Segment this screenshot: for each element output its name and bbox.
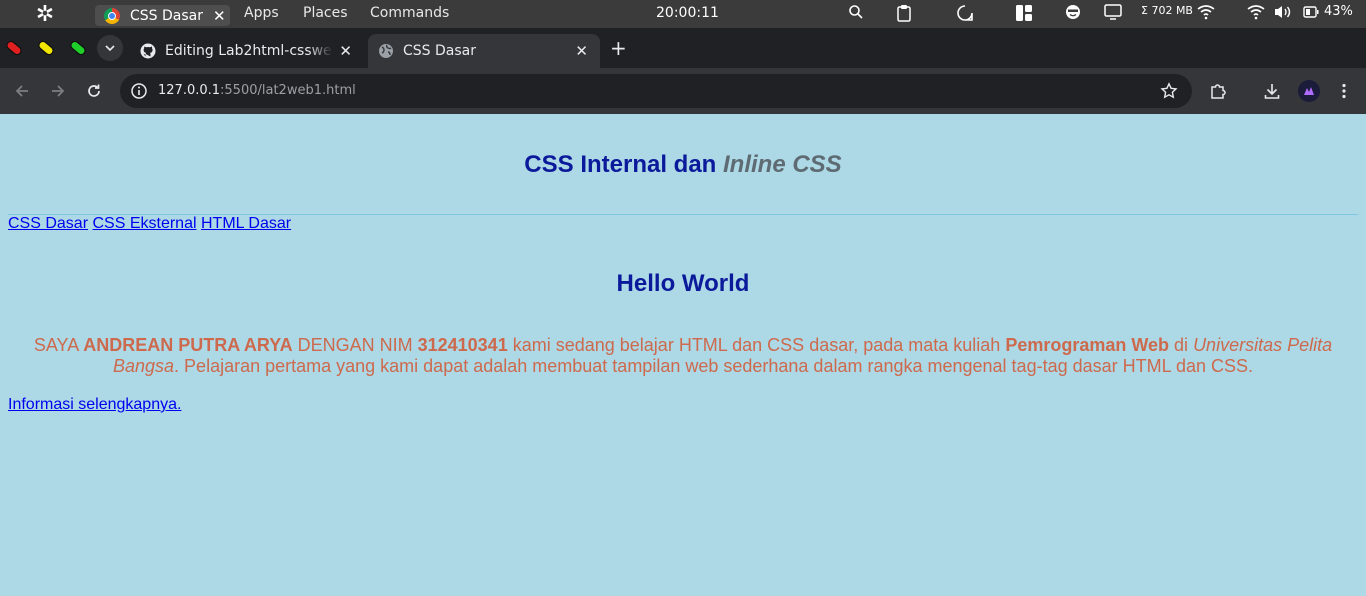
battery-percent: 43% [1324, 4, 1353, 19]
hello-heading: Hello World [616, 270, 750, 297]
wifi-icon[interactable] [1247, 4, 1265, 20]
red-extension-icon[interactable] [3, 37, 25, 59]
web-page: CSS Internal dan Inline CSS CSS Dasar CS… [0, 114, 1366, 596]
para-text-1: SAYA [33, 335, 84, 355]
volume-icon[interactable] [1273, 4, 1293, 20]
chevron-down-icon [105, 44, 115, 51]
tab-search-button[interactable] [97, 35, 123, 61]
avatar-icon [1304, 87, 1314, 95]
green-extension-icon[interactable] [67, 37, 89, 59]
bookmark-star-icon[interactable] [1160, 82, 1178, 100]
battery-indicator[interactable]: 43% [1303, 4, 1353, 19]
course-name: Pemrograman Web [1005, 335, 1170, 355]
layout-icon[interactable] [1015, 4, 1033, 22]
header-main-text: CSS Internal dan [524, 151, 723, 178]
page-header: CSS Internal dan Inline CSS [0, 151, 1366, 179]
clock[interactable]: 20:00:11 [656, 5, 719, 21]
globe-icon [378, 43, 394, 59]
back-arrow-icon[interactable] [11, 80, 33, 102]
face-icon[interactable] [1065, 4, 1081, 20]
notification-icon[interactable] [956, 4, 974, 22]
yellow-extension-icon[interactable] [35, 37, 57, 59]
site-info-icon[interactable] [130, 82, 148, 100]
para-text-2: DENGAN NIM [292, 335, 418, 355]
tab-title: Editing Lab2html-csswebsite [165, 43, 333, 59]
new-tab-plus-icon[interactable]: + [610, 36, 627, 60]
menu-places[interactable]: Places [303, 5, 348, 21]
reload-icon[interactable] [83, 80, 105, 102]
tab-editing-lab2html[interactable]: Editing Lab2html-csswebsite ✕ [130, 34, 364, 68]
header-italic-text: Inline CSS [723, 151, 842, 178]
tab-title: CSS Dasar [403, 43, 476, 59]
display-icon[interactable] [1104, 4, 1122, 20]
close-tab-icon[interactable]: ✕ [339, 42, 352, 60]
close-tab-icon[interactable]: ✕ [575, 42, 588, 60]
nav-link-css-eksternal[interactable]: CSS Eksternal [92, 215, 196, 232]
active-app-indicator[interactable]: CSS Dasar ✕ [95, 5, 230, 26]
memory-text: Σ 702 MB [1141, 4, 1193, 17]
network-speed-icon[interactable] [1197, 4, 1215, 20]
para-text-5: . Pelajaran pertama yang kami dapat adal… [174, 356, 1254, 376]
more-menu-icon[interactable] [1333, 80, 1355, 102]
para-text-3: kami sedang belajar HTML dan CSS dasar, … [507, 335, 1006, 355]
forward-arrow-icon[interactable] [47, 80, 69, 102]
search-icon[interactable] [848, 4, 864, 20]
student-nim: 312410341 [417, 335, 508, 355]
memory-indicator[interactable]: Σ 702 MB [1141, 4, 1193, 17]
gear-logo-icon[interactable]: ✲ [32, 2, 58, 27]
menu-commands[interactable]: Commands [370, 5, 449, 21]
active-app-name: CSS Dasar [130, 7, 203, 24]
clipboard-icon[interactable] [897, 4, 911, 22]
close-icon[interactable]: ✕ [213, 7, 226, 25]
browser-toolbar: 127.0.0.1:5500/lat2web1.html [0, 68, 1366, 114]
browser-tab-strip: Editing Lab2html-csswebsite ✕ CSS Dasar … [0, 28, 1366, 68]
github-icon [140, 43, 156, 59]
page-nav: CSS Dasar CSS Eksternal HTML Dasar [8, 215, 291, 233]
nav-link-html-dasar[interactable]: HTML Dasar [201, 215, 291, 232]
address-bar[interactable]: 127.0.0.1:5500/lat2web1.html [120, 74, 1192, 108]
profile-avatar[interactable] [1298, 80, 1320, 102]
extensions-puzzle-icon[interactable] [1207, 80, 1229, 102]
chrome-icon [104, 7, 120, 24]
download-icon[interactable] [1261, 80, 1283, 102]
para-text-4: di [1169, 335, 1194, 355]
system-top-bar: ✲ CSS Dasar ✕ Apps Places Commands 20:00… [0, 0, 1366, 28]
url-host: 127.0.0.1 [158, 83, 221, 98]
tab-css-dasar[interactable]: CSS Dasar ✕ [368, 34, 600, 68]
nav-link-css-dasar[interactable]: CSS Dasar [8, 215, 88, 232]
url-text[interactable]: 127.0.0.1:5500/lat2web1.html [158, 83, 356, 98]
url-path: :5500/lat2web1.html [220, 83, 356, 98]
battery-icon [1303, 5, 1319, 18]
intro-paragraph: SAYA ANDREAN PUTRA ARYA DENGAN NIM 31241… [8, 335, 1358, 377]
menu-apps[interactable]: Apps [244, 5, 279, 21]
more-info-link[interactable]: Informasi selengkapnya. [8, 396, 181, 414]
student-name: ANDREAN PUTRA ARYA [83, 335, 293, 355]
